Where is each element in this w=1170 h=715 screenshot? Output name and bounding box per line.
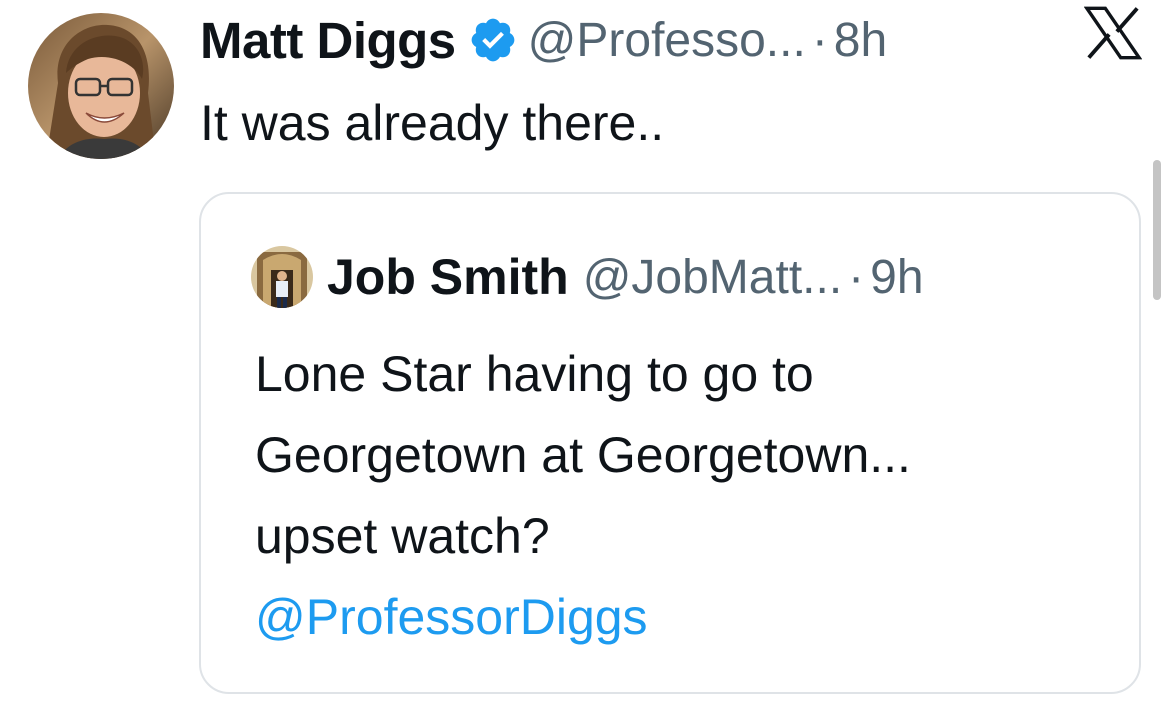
tweet-text: It was already there.. [200,95,665,151]
quoted-author-handle[interactable]: @JobMatt... [583,250,842,305]
quoted-text-line: upset watch? [255,508,550,564]
separator-dot: · [848,250,865,304]
quoted-tweet-timestamp[interactable]: 9h [870,250,923,305]
quoted-text-line: Georgetown at Georgetown... [255,427,911,483]
quoted-tweet-card[interactable]: Job Smith @JobMatt... · 9h Lone Star hav… [199,192,1141,694]
tweet-header: Matt Diggs @Professo... · 8h [200,5,1140,75]
author-avatar[interactable] [28,13,174,159]
quoted-author-name[interactable]: Job Smith [327,248,569,306]
x-logo-icon[interactable] [1083,6,1143,60]
verified-badge-icon [468,15,518,65]
scrollbar-thumb[interactable] [1153,160,1161,300]
mention-link[interactable]: @ProfessorDiggs [255,577,1115,658]
tweet-timestamp[interactable]: 8h [834,13,887,68]
quoted-text-line: Lone Star having to go to [255,346,814,402]
quoted-tweet-text: Lone Star having to go to Georgetown at … [255,334,1115,658]
quoted-tweet-header: Job Smith @JobMatt... · 9h [327,242,924,312]
quoted-author-avatar[interactable] [251,246,313,308]
author-name[interactable]: Matt Diggs [200,11,456,70]
separator-dot: · [811,13,828,67]
author-handle[interactable]: @Professo... [528,13,806,68]
